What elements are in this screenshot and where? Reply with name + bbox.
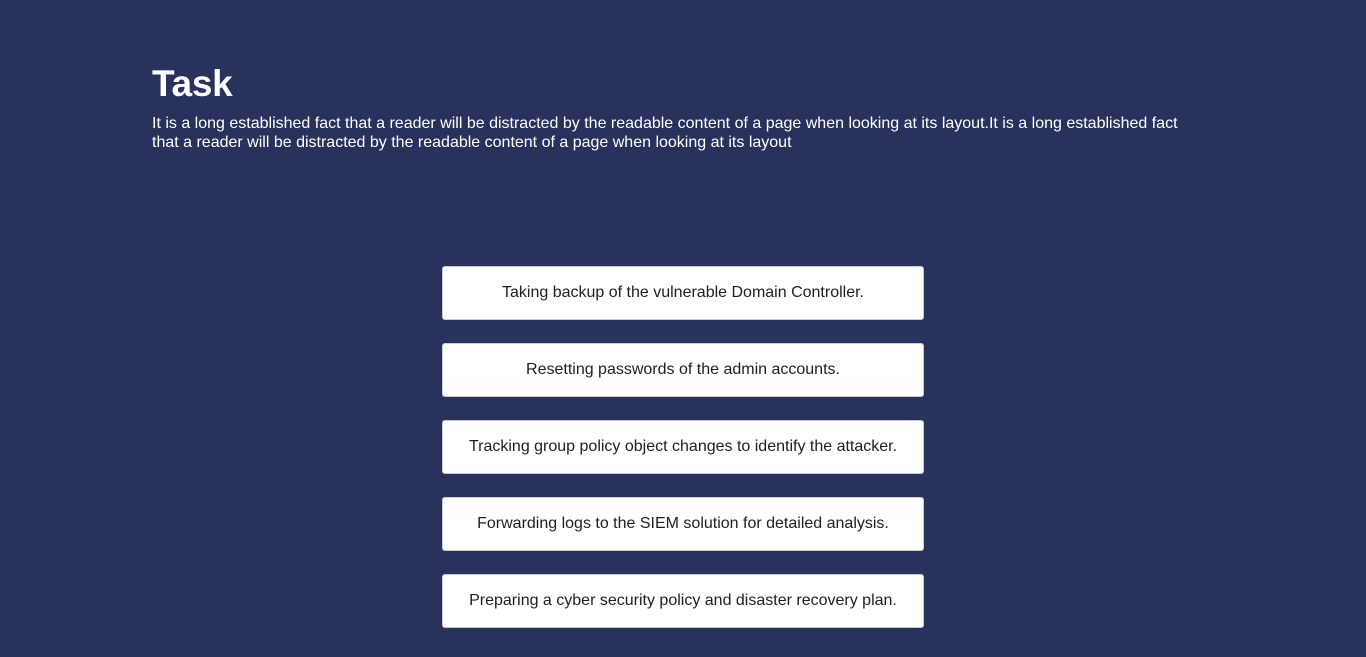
option-card-track-gpo-changes[interactable]: Tracking group policy object changes to …: [442, 420, 924, 474]
option-label: Taking backup of the vulnerable Domain C…: [502, 284, 864, 301]
task-page: Task It is a long established fact that …: [0, 0, 1366, 657]
task-description: It is a long established fact that a rea…: [152, 115, 1178, 151]
option-label: Forwarding logs to the SIEM solution for…: [477, 515, 889, 532]
option-card-backup-domain-controller[interactable]: Taking backup of the vulnerable Domain C…: [442, 266, 924, 320]
option-card-forward-logs-siem[interactable]: Forwarding logs to the SIEM solution for…: [442, 497, 924, 551]
option-card-security-policy-plan[interactable]: Preparing a cyber security policy and di…: [442, 574, 924, 628]
page-title: Task: [152, 63, 233, 104]
option-list: Taking backup of the vulnerable Domain C…: [442, 266, 924, 628]
option-card-reset-admin-passwords[interactable]: Resetting passwords of the admin account…: [442, 343, 924, 397]
option-label: Preparing a cyber security policy and di…: [469, 592, 897, 609]
option-label: Resetting passwords of the admin account…: [526, 361, 840, 378]
option-label: Tracking group policy object changes to …: [468, 438, 898, 455]
task-header: Task It is a long established fact that …: [152, 62, 1197, 152]
